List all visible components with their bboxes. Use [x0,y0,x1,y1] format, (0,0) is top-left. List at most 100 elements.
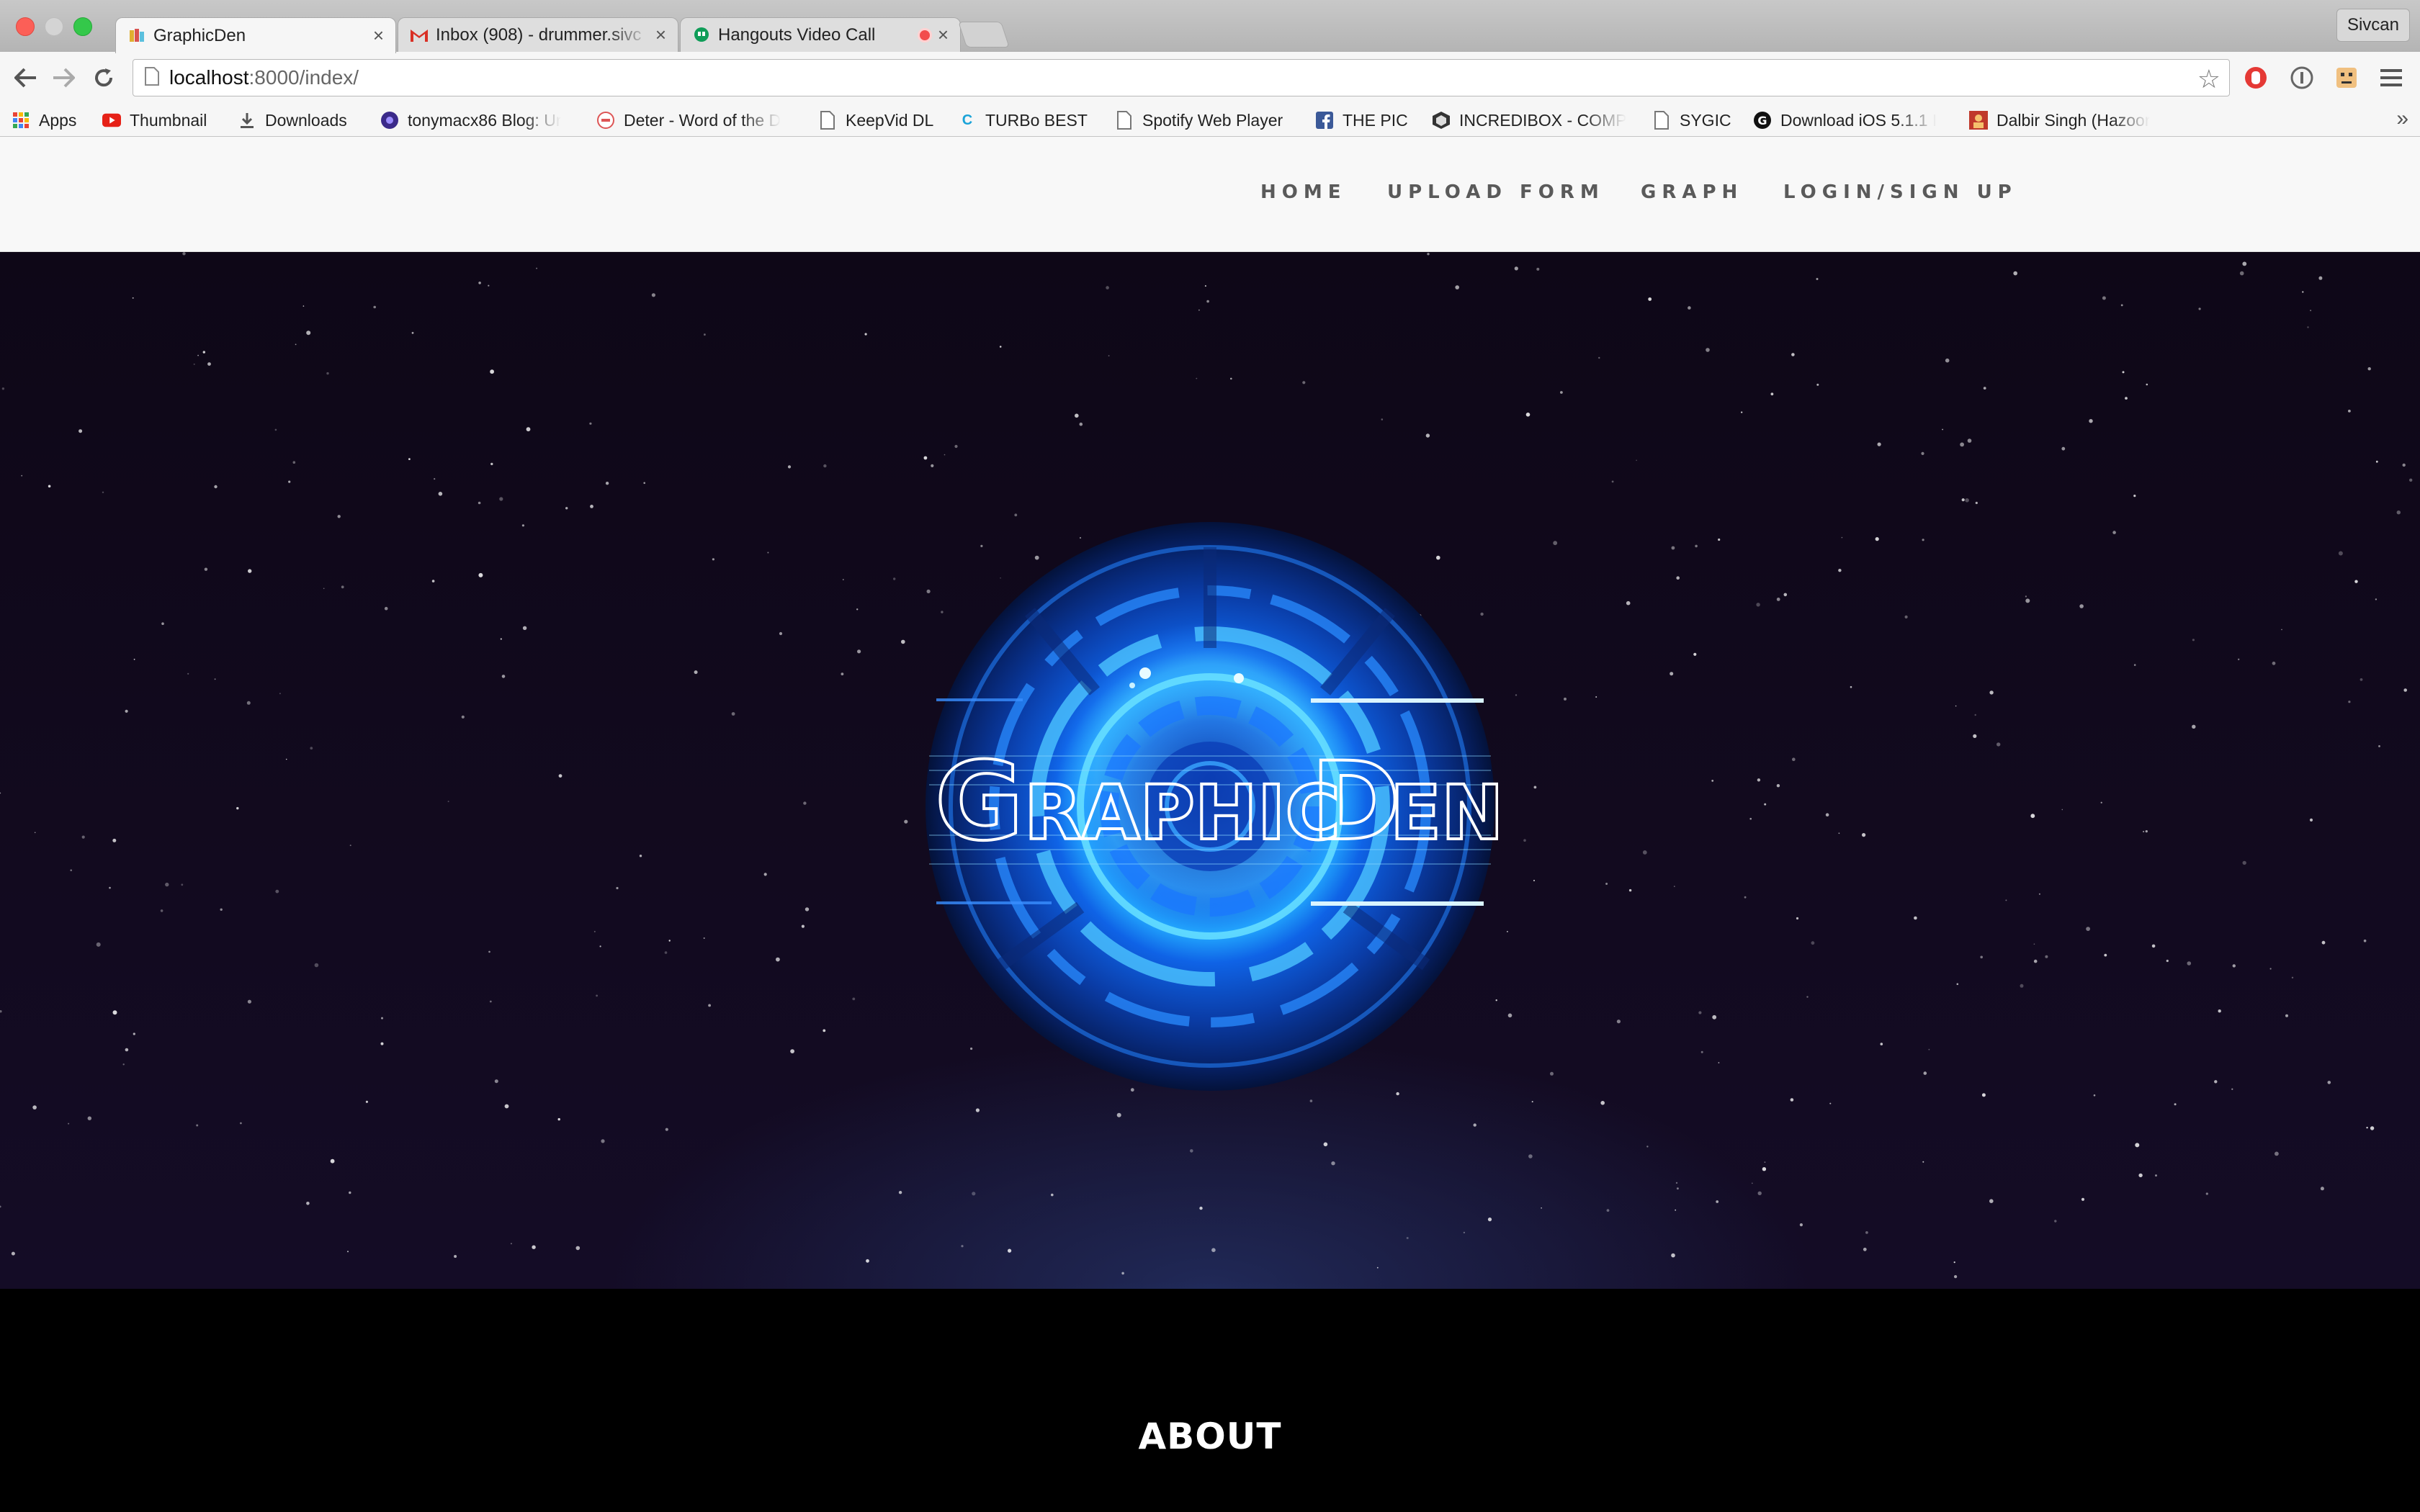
star [21,474,23,477]
star [11,1251,15,1256]
star [2054,1220,2057,1223]
bookmark-incredibox[interactable]: INCREDIBOX - COMP [1432,104,1626,137]
forward-button[interactable] [48,62,79,94]
star [246,701,251,705]
star [489,1000,492,1003]
star [1206,300,1209,303]
star [2285,1014,2288,1017]
back-button[interactable] [10,62,42,94]
bookmark-turbo-best[interactable]: C TURBo BEST [958,104,1088,137]
page-icon [145,66,159,89]
tab-close-icon[interactable]: × [938,24,949,46]
star [34,832,36,834]
star [1796,917,1799,920]
star [288,480,291,483]
star [763,873,767,876]
star [2093,1094,2096,1097]
nav-graph-link[interactable]: GRAPH [1641,181,1743,203]
tab-close-icon[interactable]: × [373,24,384,47]
star [1744,896,1747,899]
new-tab-button[interactable] [958,22,1010,48]
star [204,567,208,571]
star [431,580,435,582]
star [1695,544,1698,548]
star [292,461,296,464]
star [1616,1020,1621,1024]
star [2025,598,2030,603]
star [1598,356,1600,359]
bookmark-thumbnail[interactable]: Thumbnail [102,104,207,137]
tab-title: GraphicDen [153,25,246,45]
tab-title: Inbox (908) - drummer.sivc [436,24,642,45]
apps-grid-icon [12,111,30,130]
star [1427,253,1430,256]
star [132,297,134,299]
star [349,845,351,847]
star [380,1042,384,1045]
star [1700,1050,1703,1053]
bookmark-sygic[interactable]: SYGIC [1652,104,1731,137]
more-bookmarks-icon[interactable]: » [2396,107,2408,131]
star [1507,1013,1512,1018]
star [731,712,735,716]
nav-upload-form-link[interactable]: UPLOAD FORM [1387,181,1605,203]
star [1756,603,1760,607]
bookmark-apps[interactable]: Apps [12,104,76,137]
nav-login-signup-link[interactable]: LOGIN/SIGN UP [1783,181,2017,203]
star [1806,996,1809,998]
star [2275,1151,2279,1156]
page-icon [1652,111,1671,130]
extension-face-icon[interactable] [2332,63,2361,92]
nav-home-link[interactable]: HOME [1260,181,1347,203]
star [310,747,313,750]
maximize-window-button[interactable] [73,17,92,36]
star [2348,701,2351,703]
url-text: localhost:8000/index/ [169,66,359,89]
star [2081,1197,2085,1201]
star [616,886,619,890]
reload-button[interactable] [88,62,120,94]
bookmark-downloads[interactable]: Downloads [238,104,347,137]
star [341,585,344,589]
bookmark-deter[interactable]: Deter - Word of the D [596,104,798,137]
profile-button[interactable]: Sivcan [2336,9,2410,42]
bookmark-spotify[interactable]: Spotify Web Player [1115,104,1283,137]
star [214,678,216,680]
tab-close-icon[interactable]: × [655,24,666,46]
browser-titlebar: GraphicDen × Inbox (908) - drummer.sivc … [0,0,2420,53]
tab-hangouts[interactable]: Hangouts Video Call × [680,17,961,52]
star [708,1004,711,1007]
info-extension-icon[interactable] [2287,63,2316,92]
star [1749,817,1752,820]
address-bar[interactable]: localhost:8000/index/ ☆ [133,59,2230,96]
star [1487,1218,1492,1222]
adblock-extension-icon[interactable] [2241,63,2270,92]
star [1792,757,1796,761]
bookmark-tonymacx86[interactable]: tonymacx86 Blog: Ur [380,104,575,137]
star [575,1246,581,1251]
star [2318,276,2323,280]
star [1841,536,1843,539]
star [1981,1093,1986,1097]
close-window-button[interactable] [16,17,35,36]
star [1211,1248,1216,1252]
star [2138,1173,2143,1178]
bookmark-dalbir-singh[interactable]: Dalbir Singh (Hazoor [1969,104,2171,137]
star [972,1192,976,1196]
menu-icon[interactable] [2377,63,2406,92]
bookmark-keepvid[interactable]: KeepVid DL [818,104,933,137]
star [274,428,277,431]
logo-word-en: EN [1390,769,1498,857]
star [1626,600,1631,606]
star [2045,955,2048,958]
star [125,709,128,713]
bookmark-download-ios[interactable]: G Download iOS 5.1.1 I [1753,104,1948,137]
star [2174,1103,2177,1106]
bookmark-star-icon[interactable]: ☆ [2197,64,2220,94]
star [1676,576,1680,580]
star [1198,309,1200,311]
minimize-window-button[interactable] [45,17,63,36]
tab-gmail[interactable]: Inbox (908) - drummer.sivc × [398,17,678,52]
tab-graphicden[interactable]: GraphicDen × [115,17,396,53]
bookmark-the-pic[interactable]: THE PIC [1315,104,1408,137]
